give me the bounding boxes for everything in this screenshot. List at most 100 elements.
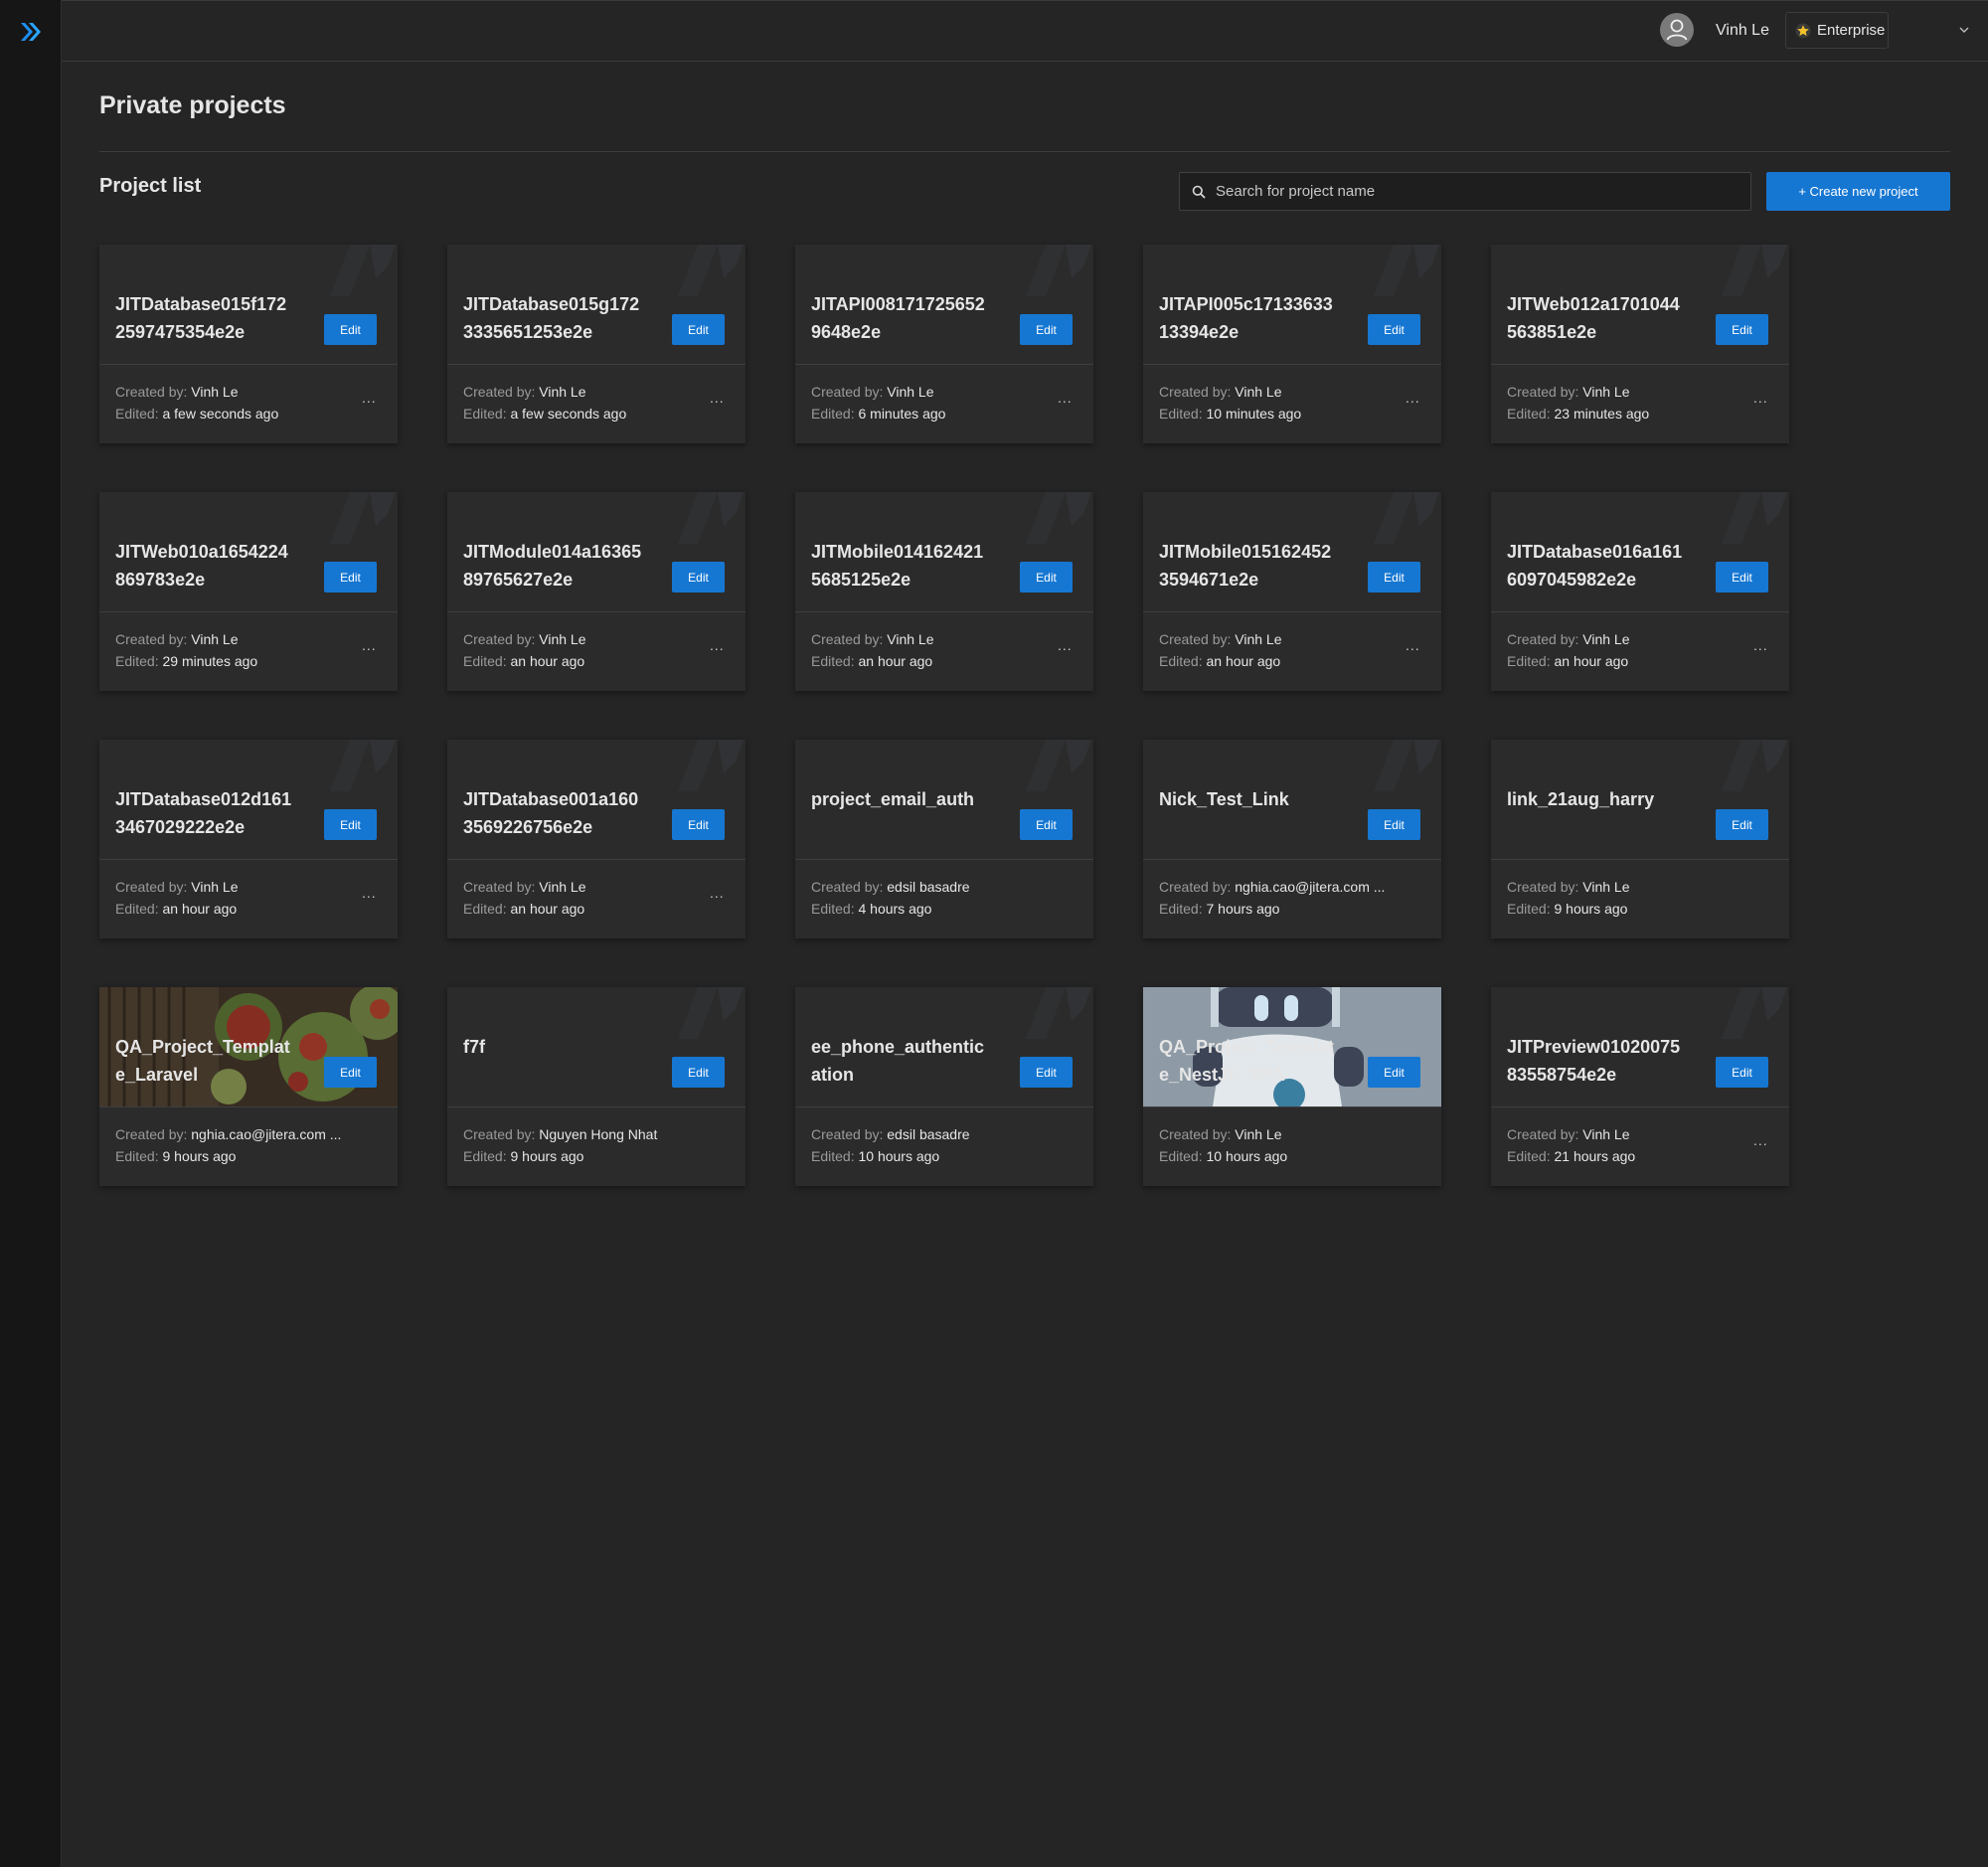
- edit-button[interactable]: Edit: [1716, 1057, 1768, 1088]
- project-name[interactable]: f7f: [463, 1033, 642, 1061]
- jitera-watermark-icon: [1374, 740, 1439, 791]
- edit-button[interactable]: Edit: [672, 562, 725, 593]
- more-options-button[interactable]: ...: [1058, 637, 1073, 653]
- edit-button[interactable]: Edit: [672, 809, 725, 840]
- created-by-label: Created by:: [1507, 879, 1579, 895]
- project-name[interactable]: JITWeb012a1701044563851e2e: [1507, 290, 1686, 346]
- project-name[interactable]: JITWeb010a1654224869783e2e: [115, 538, 294, 594]
- edit-button[interactable]: Edit: [1368, 809, 1420, 840]
- edited-value: an hour ago: [1554, 653, 1629, 669]
- more-options-button[interactable]: ...: [362, 637, 377, 653]
- project-card[interactable]: f7f Edit Created by: Nguyen Hong Nhat Edite…: [447, 987, 746, 1186]
- edit-button[interactable]: Edit: [672, 1057, 725, 1088]
- card-header: JITModule014a1636589765627e2e Edit: [447, 492, 746, 611]
- edited-at: Edited: an hour ago: [115, 901, 237, 917]
- project-name[interactable]: JITDatabase001a1603569226756e2e: [463, 785, 642, 841]
- project-card[interactable]: JITWeb010a1654224869783e2e Edit Created by…: [99, 492, 398, 691]
- search-box[interactable]: [1179, 172, 1751, 211]
- user-name[interactable]: Vinh Le: [1716, 22, 1769, 40]
- edit-button[interactable]: Edit: [324, 562, 377, 593]
- project-name[interactable]: JITDatabase015f1722597475354e2e: [115, 290, 294, 346]
- edited-value: 9 hours ago: [162, 1148, 237, 1164]
- edit-button[interactable]: Edit: [324, 314, 377, 345]
- edited-label: Edited:: [115, 653, 159, 669]
- project-card[interactable]: link_21aug_harry Edit Created by: Vinh Le E…: [1491, 740, 1789, 938]
- project-card[interactable]: QA_Project_Template_NestJS_SPA Edit Create…: [1143, 987, 1441, 1186]
- more-options-button[interactable]: ...: [1753, 637, 1768, 653]
- more-options-button[interactable]: ...: [362, 885, 377, 901]
- edit-button[interactable]: Edit: [324, 1057, 377, 1088]
- project-card[interactable]: ee_phone_authentication Edit Created by: e…: [795, 987, 1093, 1186]
- edited-label: Edited:: [1507, 406, 1551, 422]
- created-by: Created by: Nguyen Hong Nhat: [463, 1126, 657, 1142]
- project-card[interactable]: JITDatabase015g1723335651253e2e Edit Creat…: [447, 245, 746, 443]
- jitera-watermark-icon: [330, 740, 396, 791]
- project-card[interactable]: JITMobile0141624215685125e2e Edit Created …: [795, 492, 1093, 691]
- project-name[interactable]: JITMobile0151624523594671e2e: [1159, 538, 1338, 594]
- more-options-button[interactable]: ...: [1406, 390, 1420, 406]
- project-card[interactable]: JITDatabase016a1616097045982e2e Edit Creat…: [1491, 492, 1789, 691]
- project-card[interactable]: JITWeb012a1701044563851e2e Edit Created by…: [1491, 245, 1789, 443]
- app-logo-icon[interactable]: [18, 19, 44, 45]
- project-name[interactable]: JITDatabase012d1613467029222e2e: [115, 785, 294, 841]
- more-options-button[interactable]: ...: [710, 885, 725, 901]
- page-title: Private projects: [99, 91, 286, 119]
- project-name[interactable]: link_21aug_harry: [1507, 785, 1686, 813]
- project-name[interactable]: ee_phone_authentication: [811, 1033, 990, 1089]
- more-options-button[interactable]: ...: [710, 390, 725, 406]
- project-name[interactable]: JITModule014a1636589765627e2e: [463, 538, 642, 594]
- project-card[interactable]: JITAPI005c1713363313394e2e Edit Created by…: [1143, 245, 1441, 443]
- project-card[interactable]: JITDatabase015f1722597475354e2e Edit Creat…: [99, 245, 398, 443]
- more-options-button[interactable]: ...: [1753, 390, 1768, 406]
- edit-button[interactable]: Edit: [1368, 562, 1420, 593]
- user-avatar-icon[interactable]: [1660, 13, 1694, 47]
- edit-button[interactable]: Edit: [1368, 1057, 1420, 1088]
- chevron-down-icon[interactable]: [1958, 24, 1970, 36]
- project-card[interactable]: JITMobile0151624523594671e2e Edit Created …: [1143, 492, 1441, 691]
- project-name[interactable]: JITAPI0081717256529648e2e: [811, 290, 990, 346]
- project-name[interactable]: Nick_Test_Link: [1159, 785, 1338, 813]
- more-options-button[interactable]: ...: [710, 637, 725, 653]
- plan-badge[interactable]: Enterprise: [1785, 12, 1889, 49]
- edit-button[interactable]: Edit: [1716, 562, 1768, 593]
- project-name[interactable]: JITDatabase015g1723335651253e2e: [463, 290, 642, 346]
- card-header: JITDatabase016a1616097045982e2e Edit: [1491, 492, 1789, 611]
- card-divider: [795, 611, 1093, 612]
- project-card[interactable]: Nick_Test_Link Edit Created by: nghia.cao@…: [1143, 740, 1441, 938]
- search-input[interactable]: [1214, 182, 1735, 201]
- project-card[interactable]: project_email_auth Edit Created by: edsil …: [795, 740, 1093, 938]
- edited-at: Edited: 9 hours ago: [463, 1148, 583, 1164]
- edit-button[interactable]: Edit: [1020, 809, 1073, 840]
- edit-button[interactable]: Edit: [1716, 809, 1768, 840]
- search-icon: [1192, 185, 1206, 199]
- edit-button[interactable]: Edit: [1716, 314, 1768, 345]
- project-card[interactable]: JITModule014a1636589765627e2e Edit Created…: [447, 492, 746, 691]
- project-name[interactable]: JITAPI005c1713363313394e2e: [1159, 290, 1338, 346]
- more-options-button[interactable]: ...: [1058, 390, 1073, 406]
- project-name[interactable]: QA_Project_Template_NestJS_SPA: [1159, 1033, 1338, 1089]
- more-options-button[interactable]: ...: [362, 390, 377, 406]
- project-card[interactable]: JITAPI0081717256529648e2e Edit Created by:…: [795, 245, 1093, 443]
- card-divider: [99, 1106, 398, 1107]
- project-name[interactable]: JITPreview0102007583558754e2e: [1507, 1033, 1686, 1089]
- edited-at: Edited: an hour ago: [1159, 653, 1280, 669]
- edit-button[interactable]: Edit: [1020, 314, 1073, 345]
- edit-button[interactable]: Edit: [1020, 562, 1073, 593]
- project-name[interactable]: QA_Project_Template_Laravel: [115, 1033, 294, 1089]
- create-project-button[interactable]: + Create new project: [1766, 172, 1950, 211]
- more-options-button[interactable]: ...: [1753, 1132, 1768, 1148]
- edit-button[interactable]: Edit: [1368, 314, 1420, 345]
- created-by: Created by: Vinh Le: [1159, 384, 1282, 400]
- project-card[interactable]: JITDatabase012d1613467029222e2e Edit Creat…: [99, 740, 398, 938]
- project-card[interactable]: QA_Project_Template_Laravel Edit Created b…: [99, 987, 398, 1186]
- project-card[interactable]: JITDatabase001a1603569226756e2e Edit Creat…: [447, 740, 746, 938]
- more-options-button[interactable]: ...: [1406, 637, 1420, 653]
- project-card[interactable]: JITPreview0102007583558754e2e Edit Created…: [1491, 987, 1789, 1186]
- project-name[interactable]: JITDatabase016a1616097045982e2e: [1507, 538, 1686, 594]
- edit-button[interactable]: Edit: [1020, 1057, 1073, 1088]
- created-by-value: Vinh Le: [1582, 1126, 1630, 1142]
- project-name[interactable]: project_email_auth: [811, 785, 990, 813]
- edit-button[interactable]: Edit: [324, 809, 377, 840]
- edit-button[interactable]: Edit: [672, 314, 725, 345]
- project-name[interactable]: JITMobile0141624215685125e2e: [811, 538, 990, 594]
